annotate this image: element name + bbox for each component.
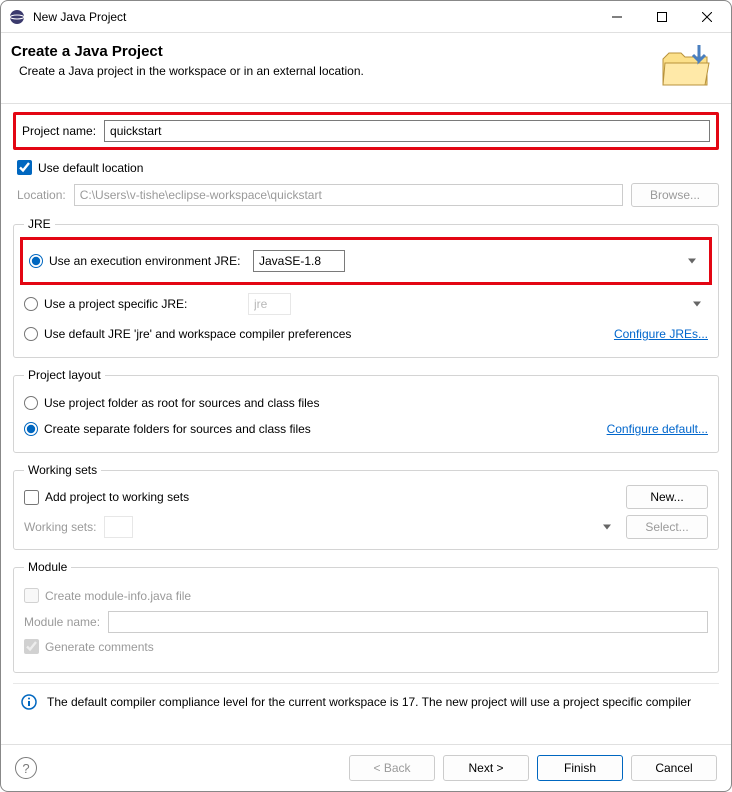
maximize-button[interactable] [639,2,684,32]
window-title: New Java Project [33,10,594,24]
project-name-highlight: Project name: [13,112,719,150]
working-sets-fieldset: Working sets Add project to working sets… [13,463,719,550]
project-jre-radio[interactable] [24,297,38,311]
dialog-footer: ? < Back Next > Finish Cancel [1,744,731,791]
working-sets-select [104,516,133,538]
location-input [74,184,623,206]
layout-fieldset: Project layout Use project folder as roo… [13,368,719,453]
titlebar: New Java Project [1,1,731,33]
close-button[interactable] [684,2,729,32]
info-row: The default compiler compliance level fo… [13,683,719,720]
working-sets-label: Working sets: [24,520,96,534]
help-button[interactable]: ? [15,757,37,779]
cancel-button[interactable]: Cancel [631,755,717,781]
location-label: Location: [17,188,66,202]
working-sets-legend: Working sets [24,463,101,477]
back-button: < Back [349,755,435,781]
info-icon [21,694,37,710]
default-location-label: Use default location [38,161,143,175]
jre-fieldset: JRE Use an execution environment JRE: Ja… [13,217,719,358]
configure-jres-link[interactable]: Configure JREs... [614,327,708,341]
layout-root-label: Use project folder as root for sources a… [44,396,319,410]
page-title: Create a Java Project [11,43,364,60]
default-jre-radio[interactable] [24,327,38,341]
page-subtitle: Create a Java project in the workspace o… [19,64,364,78]
next-button[interactable]: Next > [443,755,529,781]
layout-separate-radio[interactable] [24,422,38,436]
module-name-label: Module name: [24,615,100,629]
new-working-set-button[interactable]: New... [626,485,708,509]
jre-legend: JRE [24,217,55,231]
layout-root-radio[interactable] [24,396,38,410]
create-module-info-checkbox [24,588,39,603]
configure-default-link[interactable]: Configure default... [607,422,708,436]
finish-button[interactable]: Finish [537,755,623,781]
generate-comments-checkbox [24,639,39,654]
eclipse-icon [9,9,25,25]
add-working-set-checkbox[interactable] [24,490,39,505]
project-jre-label: Use a project specific JRE: [44,297,187,311]
generate-comments-label: Generate comments [45,640,154,654]
default-location-checkbox[interactable] [17,160,32,175]
project-jre-select: jre [248,293,291,315]
select-working-set-button: Select... [626,515,708,539]
create-module-info-label: Create module-info.java file [45,589,191,603]
module-fieldset: Module Create module-info.java file Modu… [13,560,719,673]
module-legend: Module [24,560,71,574]
default-jre-label: Use default JRE 'jre' and workspace comp… [44,327,351,341]
module-name-input [108,611,708,633]
folder-wizard-icon [659,43,715,89]
jre-highlight: Use an execution environment JRE: JavaSE… [20,237,712,285]
exec-env-select[interactable]: JavaSE-1.8 [253,250,345,272]
dialog-header: Create a Java Project Create a Java proj… [1,33,731,104]
layout-separate-label: Create separate folders for sources and … [44,422,311,436]
add-working-set-label: Add project to working sets [45,490,189,504]
project-name-input[interactable] [104,120,710,142]
exec-env-label: Use an execution environment JRE: [49,254,240,268]
info-message: The default compiler compliance level fo… [47,695,691,709]
minimize-button[interactable] [594,2,639,32]
dialog-content: Project name: Use default location Locat… [1,104,731,744]
exec-env-radio[interactable] [29,254,43,268]
layout-legend: Project layout [24,368,105,382]
project-name-label: Project name: [22,124,96,138]
browse-button: Browse... [631,183,719,207]
